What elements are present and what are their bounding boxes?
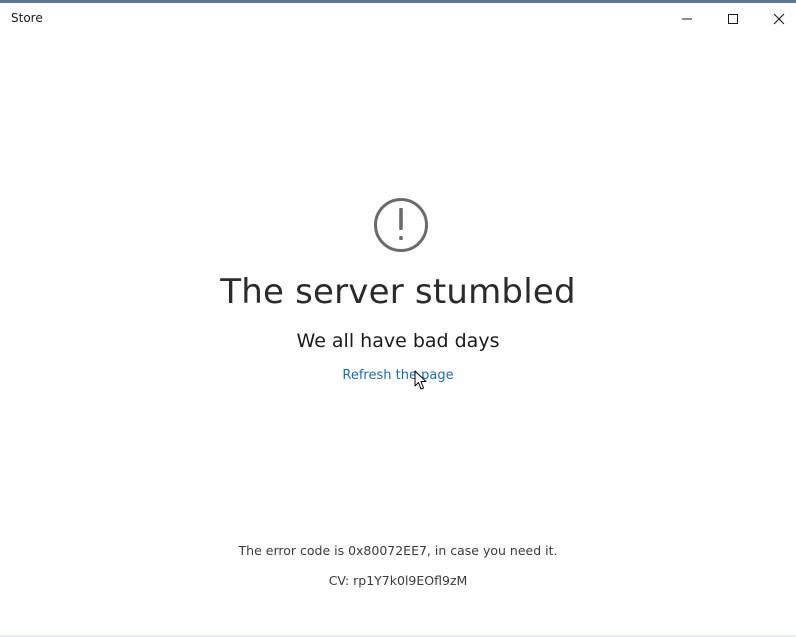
title-bar[interactable]: Store xyxy=(0,3,796,34)
app-title: Store xyxy=(11,11,43,25)
maximize-icon xyxy=(728,14,738,24)
close-button[interactable] xyxy=(756,3,796,34)
error-code-text: The error code is 0x80072EE7, in case yo… xyxy=(238,543,558,558)
exclamation-circle-icon xyxy=(374,198,428,252)
minimize-icon xyxy=(682,18,692,20)
close-icon xyxy=(773,13,785,25)
maximize-button[interactable] xyxy=(710,3,756,34)
error-headline: The server stumbled xyxy=(220,272,576,312)
minimize-button[interactable] xyxy=(664,3,710,34)
store-window: Store The server stumbled We all have ba… xyxy=(0,0,796,637)
refresh-page-link[interactable]: Refresh the page xyxy=(0,368,796,383)
mouse-pointer-icon xyxy=(414,370,427,390)
correlation-vector-text: CV: rp1Y7k0l9EOfl9zM xyxy=(328,573,468,588)
error-subline: We all have bad days xyxy=(296,330,500,352)
